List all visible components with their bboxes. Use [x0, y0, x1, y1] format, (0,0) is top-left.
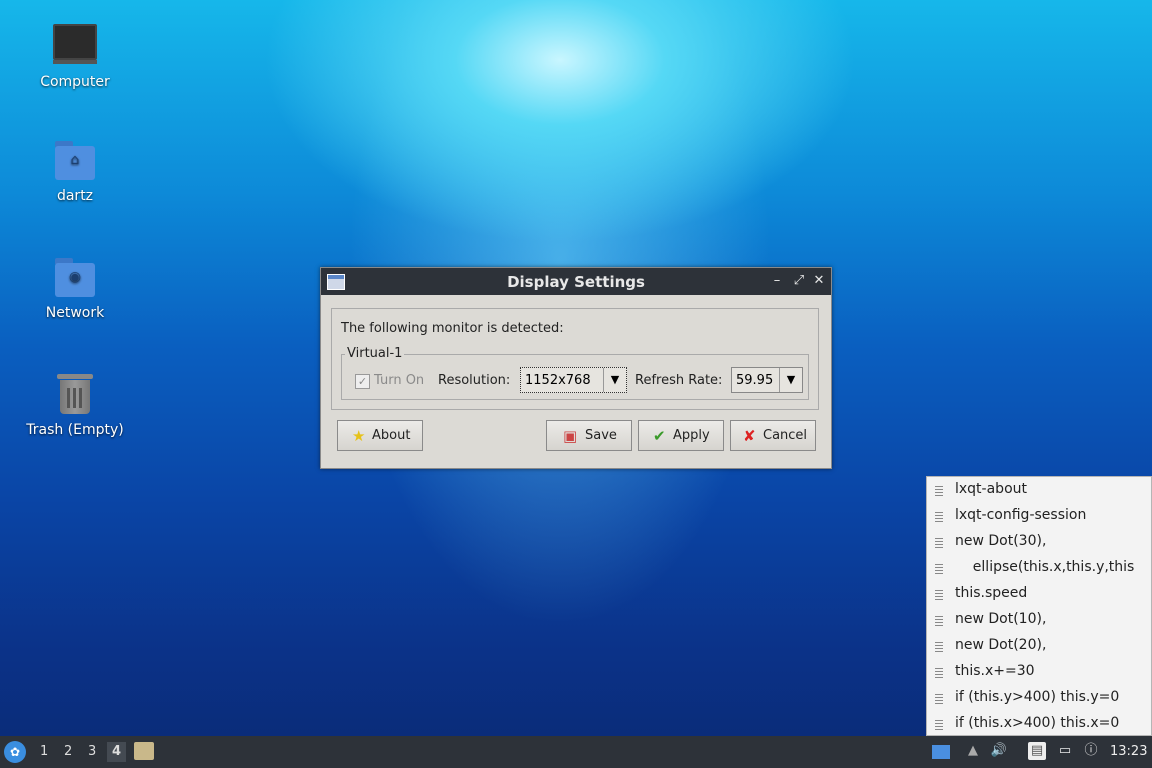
resolution-label: Resolution:	[438, 373, 511, 388]
menu-item[interactable]: lxqt-config-session	[927, 503, 1151, 529]
turn-on-checkbox[interactable]: ✓	[355, 374, 370, 389]
menu-item[interactable]: if (this.y>400) this.y=0	[927, 685, 1151, 711]
computer-icon	[53, 24, 97, 68]
start-menu-icon[interactable]: ✿	[4, 741, 26, 763]
clock[interactable]: 13:23	[1110, 744, 1147, 759]
check-icon: ✔	[653, 427, 666, 445]
chevron-down-icon: ▼	[779, 368, 802, 392]
home-folder-icon: ⌂	[53, 138, 97, 182]
refresh-rate-value: 59.95	[736, 373, 774, 388]
minimize-icon[interactable]: –	[769, 272, 785, 290]
cancel-button[interactable]: ✘ Cancel	[730, 420, 816, 451]
menu-item[interactable]: new Dot(30),	[927, 529, 1151, 555]
star-icon: ★	[352, 427, 366, 445]
text-file-icon	[935, 668, 943, 678]
text-file-icon	[935, 564, 943, 574]
workspace-3[interactable]: 3	[88, 744, 96, 759]
refresh-rate-select[interactable]: 59.95 ▼	[731, 367, 803, 393]
text-file-icon	[935, 642, 943, 652]
text-file-icon	[935, 720, 943, 730]
display-settings-dialog: Display Settings – ⤢ ✕ The following mon…	[320, 267, 832, 469]
menu-item[interactable]: new Dot(20),	[927, 633, 1151, 659]
close-icon[interactable]: ✕	[811, 272, 827, 290]
text-file-icon	[935, 486, 943, 496]
about-button[interactable]: ★ About	[337, 420, 423, 451]
chevron-down-icon: ▼	[603, 368, 626, 392]
resolution-value: 1152x768	[525, 373, 591, 388]
desktop-show-icon[interactable]	[932, 745, 950, 759]
turn-on-label: Turn On	[374, 373, 425, 388]
resolution-select[interactable]: 1152x768 ▼	[520, 367, 627, 393]
file-manager-icon[interactable]	[134, 742, 154, 760]
dialog-titlebar[interactable]: Display Settings – ⤢ ✕	[321, 268, 831, 295]
clipboard-menu: lxqt-about lxqt-config-session new Dot(3…	[926, 476, 1152, 736]
desktop-icon-label: dartz	[56, 188, 94, 204]
detected-text: The following monitor is detected:	[341, 321, 564, 336]
dialog-title: Display Settings	[507, 273, 645, 291]
desktop-icon-label: Computer	[40, 74, 110, 90]
text-file-icon	[935, 512, 943, 522]
desktop-icon-home[interactable]: ⌂ dartz	[15, 138, 135, 204]
text-file-icon	[935, 616, 943, 626]
desktop-icon-computer[interactable]: Computer	[15, 24, 135, 90]
monitor-name: Virtual-1	[345, 346, 405, 361]
trash-icon	[53, 372, 97, 416]
menu-item[interactable]: if (this.x>400) this.x=0	[927, 711, 1151, 737]
taskbar: ✿ 1 2 3 4 ▲ 🔊 ▤ ▭ ⓘ 13:23	[0, 736, 1152, 768]
text-file-icon	[935, 694, 943, 704]
volume-icon[interactable]: 🔊	[990, 742, 1008, 760]
workspace-2[interactable]: 2	[64, 744, 72, 759]
desktop-icon-network[interactable]: ◉ Network	[15, 255, 135, 321]
cancel-x-icon: ✘	[743, 427, 756, 445]
maximize-icon[interactable]: ⤢	[791, 272, 807, 290]
text-file-icon	[935, 590, 943, 600]
save-button[interactable]: ▣ Save	[546, 420, 632, 451]
text-file-icon	[935, 538, 943, 548]
menu-item[interactable]: ellipse(this.x,this.y,this	[927, 555, 1151, 581]
menu-item[interactable]: lxqt-about	[927, 477, 1151, 503]
menu-item[interactable]: this.speed	[927, 581, 1151, 607]
network-folder-icon: ◉	[53, 255, 97, 299]
apply-button[interactable]: ✔ Apply	[638, 420, 724, 451]
menu-item[interactable]: new Dot(10),	[927, 607, 1151, 633]
tray-expand-icon[interactable]: ▲	[964, 742, 982, 760]
workspace-4[interactable]: 4	[107, 742, 127, 762]
menu-item[interactable]: this.x+=30	[927, 659, 1151, 685]
workspace-1[interactable]: 1	[40, 744, 48, 759]
desktop-icon-label: Network	[45, 305, 105, 321]
desktop-icon-label: Trash (Empty)	[26, 422, 124, 438]
refresh-rate-label: Refresh Rate:	[635, 373, 723, 388]
clipboard-icon[interactable]: ▤	[1028, 742, 1046, 760]
notification-icon[interactable]: ⓘ	[1082, 742, 1100, 760]
floppy-icon: ▣	[563, 427, 578, 445]
desktop-icon-trash[interactable]: Trash (Empty)	[15, 372, 135, 438]
network-icon[interactable]: ▭	[1056, 742, 1074, 760]
